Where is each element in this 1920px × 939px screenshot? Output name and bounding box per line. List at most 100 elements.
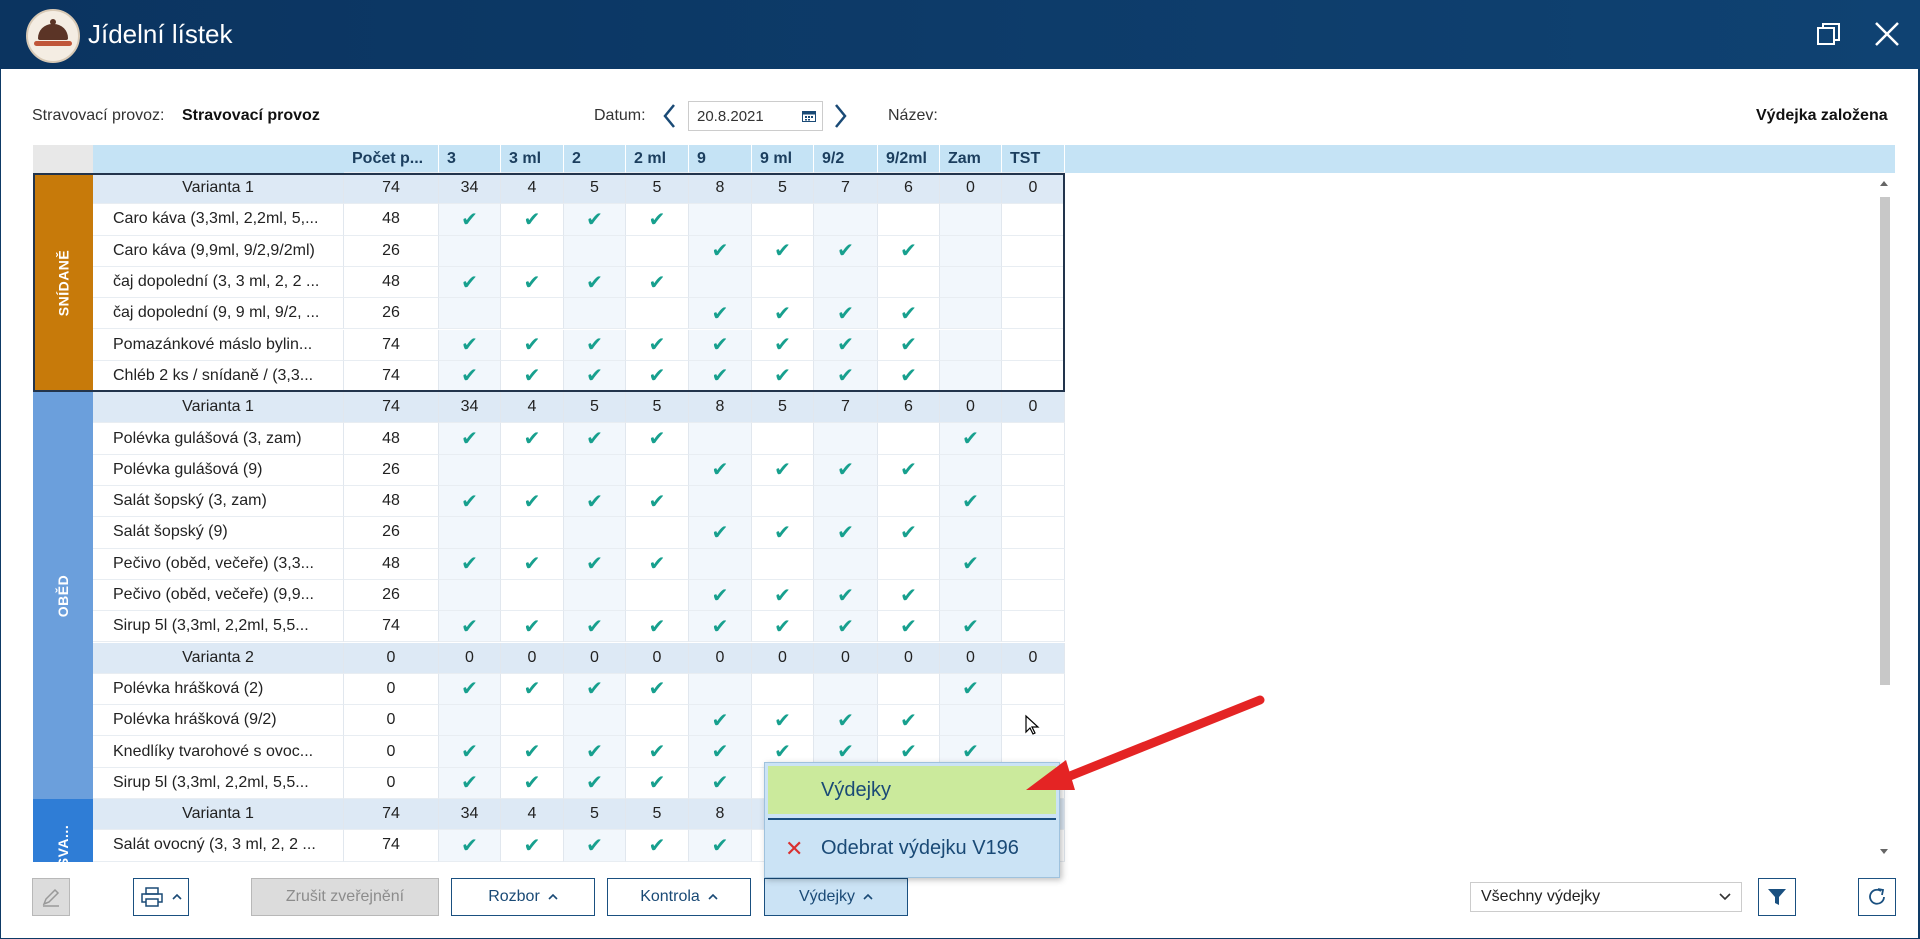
portion-count[interactable]: 0 xyxy=(1002,392,1065,424)
check-cell[interactable]: ✔ xyxy=(439,360,501,393)
portion-count[interactable]: 7 xyxy=(814,392,878,424)
prev-date-icon[interactable] xyxy=(660,101,680,131)
filter-button[interactable] xyxy=(1758,878,1796,916)
check-cell[interactable]: ✔ xyxy=(626,548,689,580)
scrollbar-thumb[interactable] xyxy=(1880,197,1890,685)
check-cell[interactable] xyxy=(439,579,501,612)
check-cell[interactable]: ✔ xyxy=(814,611,878,643)
check-cell[interactable] xyxy=(752,486,814,518)
column-header[interactable]: 2 xyxy=(564,145,626,173)
check-cell[interactable]: ✔ xyxy=(689,579,752,612)
portion-count[interactable]: 7 xyxy=(814,173,878,205)
check-cell[interactable] xyxy=(940,329,1002,361)
check-cell[interactable] xyxy=(1002,548,1065,580)
check-cell[interactable]: ✔ xyxy=(814,235,878,267)
check-cell[interactable]: ✔ xyxy=(689,736,752,768)
check-cell[interactable]: ✔ xyxy=(689,454,752,486)
portion-count[interactable]: 4 xyxy=(501,173,564,205)
check-cell[interactable] xyxy=(814,548,878,580)
check-cell[interactable] xyxy=(940,705,1002,737)
portion-count[interactable]: 0 xyxy=(689,642,752,674)
check-cell[interactable] xyxy=(689,266,752,299)
check-cell[interactable]: ✔ xyxy=(626,329,689,361)
check-cell[interactable]: ✔ xyxy=(689,298,752,330)
check-cell[interactable] xyxy=(940,517,1002,549)
check-cell[interactable]: ✔ xyxy=(752,329,814,361)
portion-count[interactable]: 5 xyxy=(626,392,689,424)
check-cell[interactable]: ✔ xyxy=(752,517,814,549)
column-header[interactable]: 9/2 xyxy=(814,145,878,173)
portion-count[interactable]: 0 xyxy=(940,642,1002,674)
check-cell[interactable] xyxy=(752,204,814,236)
refresh-button[interactable] xyxy=(1858,878,1896,916)
check-cell[interactable]: ✔ xyxy=(501,329,564,361)
check-cell[interactable] xyxy=(626,579,689,612)
zrusit-zverejneni-button[interactable]: Zrušit zveřejnění xyxy=(251,878,439,916)
check-cell[interactable]: ✔ xyxy=(940,611,1002,643)
check-cell[interactable]: ✔ xyxy=(878,579,940,612)
portion-count[interactable]: 4 xyxy=(501,392,564,424)
check-cell[interactable] xyxy=(439,235,501,267)
portion-count[interactable]: 0 xyxy=(878,642,940,674)
column-header[interactable]: 3 xyxy=(439,145,501,173)
check-cell[interactable]: ✔ xyxy=(689,360,752,393)
check-cell[interactable] xyxy=(1002,329,1065,361)
check-cell[interactable]: ✔ xyxy=(626,204,689,236)
check-cell[interactable]: ✔ xyxy=(752,235,814,267)
check-cell[interactable] xyxy=(752,548,814,580)
check-cell[interactable] xyxy=(501,705,564,737)
check-cell[interactable]: ✔ xyxy=(878,360,940,393)
portion-count[interactable]: 4 xyxy=(501,799,564,831)
check-cell[interactable] xyxy=(689,423,752,455)
check-cell[interactable]: ✔ xyxy=(501,736,564,768)
check-cell[interactable] xyxy=(501,235,564,267)
check-cell[interactable]: ✔ xyxy=(439,830,501,862)
check-cell[interactable]: ✔ xyxy=(878,329,940,361)
check-cell[interactable] xyxy=(501,298,564,330)
check-cell[interactable] xyxy=(501,454,564,486)
check-cell[interactable]: ✔ xyxy=(814,360,878,393)
column-header[interactable]: 9 ml xyxy=(752,145,814,173)
check-cell[interactable]: ✔ xyxy=(439,548,501,580)
check-cell[interactable] xyxy=(501,579,564,612)
portion-count[interactable]: 0 xyxy=(814,642,878,674)
check-cell[interactable]: ✔ xyxy=(501,266,564,299)
check-cell[interactable] xyxy=(940,454,1002,486)
check-cell[interactable]: ✔ xyxy=(439,204,501,236)
check-cell[interactable]: ✔ xyxy=(564,611,626,643)
check-cell[interactable]: ✔ xyxy=(564,673,626,706)
check-cell[interactable] xyxy=(1002,579,1065,612)
portion-count[interactable]: 5 xyxy=(752,392,814,424)
check-cell[interactable] xyxy=(752,673,814,706)
portion-count[interactable]: 0 xyxy=(626,642,689,674)
check-cell[interactable]: ✔ xyxy=(752,705,814,737)
check-cell[interactable] xyxy=(814,423,878,455)
check-cell[interactable]: ✔ xyxy=(439,329,501,361)
portion-count[interactable]: 5 xyxy=(564,799,626,831)
portion-count[interactable]: 5 xyxy=(626,799,689,831)
menu-item-odebrat-vydejku[interactable]: ✕ Odebrat výdejku V196 xyxy=(768,824,1056,872)
check-cell[interactable] xyxy=(752,423,814,455)
check-cell[interactable] xyxy=(564,517,626,549)
check-cell[interactable] xyxy=(1002,517,1065,549)
check-cell[interactable]: ✔ xyxy=(689,830,752,862)
portion-count[interactable]: 5 xyxy=(564,392,626,424)
check-cell[interactable]: ✔ xyxy=(752,454,814,486)
check-cell[interactable] xyxy=(564,705,626,737)
check-cell[interactable]: ✔ xyxy=(878,298,940,330)
check-cell[interactable]: ✔ xyxy=(752,611,814,643)
portion-count[interactable]: 6 xyxy=(878,173,940,205)
restore-icon[interactable] xyxy=(1816,21,1842,47)
portion-count[interactable]: 34 xyxy=(439,173,501,205)
check-cell[interactable]: ✔ xyxy=(564,767,626,799)
column-header[interactable]: Počet p... xyxy=(344,145,439,173)
portion-count[interactable]: 34 xyxy=(439,799,501,831)
check-cell[interactable] xyxy=(940,579,1002,612)
check-cell[interactable]: ✔ xyxy=(626,767,689,799)
kontrola-button[interactable]: Kontrola xyxy=(607,878,751,916)
check-cell[interactable]: ✔ xyxy=(439,266,501,299)
portion-count[interactable]: 0 xyxy=(940,392,1002,424)
column-header[interactable]: 3 ml xyxy=(501,145,564,173)
check-cell[interactable]: ✔ xyxy=(564,360,626,393)
check-cell[interactable] xyxy=(814,204,878,236)
